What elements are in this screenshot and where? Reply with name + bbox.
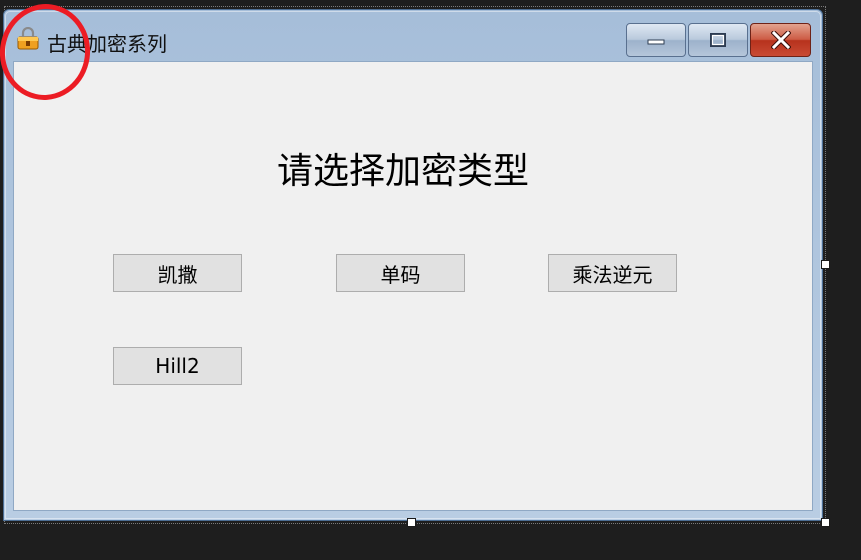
maximize-icon — [710, 33, 726, 47]
designer-surface: 古典加密系列 请选择加密类型 凯撒 单码 乘法逆元 Hill2 — [0, 0, 861, 560]
hill2-button[interactable]: Hill2 — [113, 347, 242, 385]
page-heading: 请选择加密类型 — [276, 151, 529, 192]
resize-handle-bottom[interactable] — [407, 518, 416, 527]
resize-handle-right[interactable] — [821, 260, 830, 269]
multiplicative-inverse-button[interactable]: 乘法逆元 — [548, 254, 677, 292]
maximize-button[interactable] — [688, 23, 748, 57]
form-window: 古典加密系列 请选择加密类型 凯撒 单码 乘法逆元 Hill2 — [3, 9, 823, 521]
form-client-area: 请选择加密类型 凯撒 单码 乘法逆元 Hill2 — [13, 61, 813, 511]
single-table-button[interactable]: 单码 — [336, 254, 465, 292]
minimize-button[interactable] — [626, 23, 686, 57]
close-button[interactable] — [750, 23, 811, 57]
window-title: 古典加密系列 — [47, 32, 167, 56]
lock-folder-icon — [16, 26, 40, 51]
title-bar[interactable]: 古典加密系列 — [4, 10, 822, 62]
close-icon — [770, 31, 791, 49]
caesar-button[interactable]: 凯撒 — [113, 254, 242, 292]
resize-handle-corner[interactable] — [821, 518, 830, 527]
minimize-icon — [647, 39, 665, 45]
